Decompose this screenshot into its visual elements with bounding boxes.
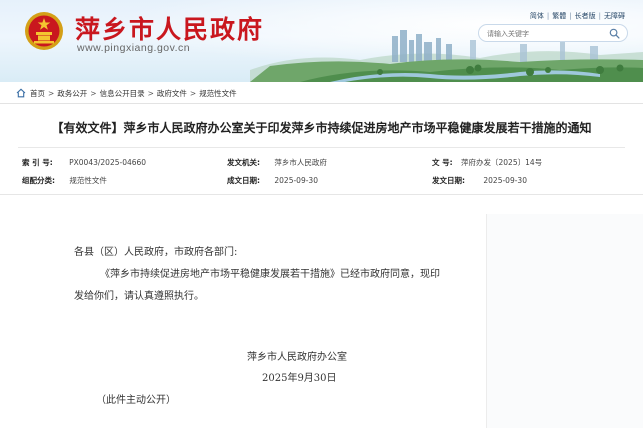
top-links: 简体 | 繁體 | 长者版 | 无障碍 xyxy=(529,12,625,20)
meta-index: 索 引 号: PX0043/2025-04660 xyxy=(22,157,146,168)
top-link-accessibility[interactable]: 无障碍 xyxy=(604,12,625,20)
breadcrumb-gov-affairs[interactable]: 政务公开 xyxy=(57,88,87,99)
meta-created-label: 成文日期: xyxy=(227,176,260,185)
meta-published-label: 发文日期: xyxy=(432,176,465,185)
meta-published: 发文日期: 2025-09-30 xyxy=(432,175,527,186)
meta-issuer: 发文机关: 萍乡市人民政府 xyxy=(227,157,327,168)
breadcrumb-gov-documents[interactable]: 政府文件 xyxy=(157,88,187,99)
national-emblem-icon xyxy=(25,12,63,50)
meta-index-value: PX0043/2025-04660 xyxy=(69,158,147,167)
search-input[interactable] xyxy=(487,27,607,40)
breadcrumb-home[interactable]: 首页 xyxy=(30,88,45,99)
meta-category-value: 规范性文件 xyxy=(69,176,107,185)
site-header: 萍乡市人民政府 www.pingxiang.gov.cn 简体 | 繁體 | 长者版 | 无… xyxy=(0,0,643,82)
breadcrumb-separator-icon: > xyxy=(90,88,97,98)
site-name[interactable]: 萍乡市人民政府 xyxy=(75,10,264,46)
document-date: 2025年9月30日 xyxy=(262,373,337,384)
search-box xyxy=(478,24,628,42)
meta-issuer-label: 发文机关: xyxy=(227,158,260,167)
site-url: www.pingxiang.gov.cn xyxy=(77,42,191,54)
document-paragraph-line-2: 发给你们，请认真遵照执行。 xyxy=(74,291,204,302)
breadcrumb-separator-icon: > xyxy=(48,88,55,98)
meta-created: 成文日期: 2025-09-30 xyxy=(227,175,318,186)
breadcrumb-separator-icon: > xyxy=(189,88,197,98)
top-link-traditional[interactable]: 繁體 xyxy=(552,12,566,20)
document-salutation: 各县（区）人民政府，市政府各部门: xyxy=(74,247,238,258)
document-title: 【有效文件】萍乡市人民政府办公室关于印发萍乡市持续促进房地产市场平稳健康发展若干… xyxy=(51,121,592,135)
breadcrumb: 首页 > 政务公开 > 信息公开目录 > 政府文件 > 规范性文件 xyxy=(16,87,237,99)
document-signature: 萍乡市人民政府办公室 xyxy=(247,352,347,363)
top-link-simplified[interactable]: 简体 xyxy=(530,12,544,20)
breadcrumb-normative-documents[interactable]: 规范性文件 xyxy=(199,88,237,99)
meta-divider-bottom xyxy=(0,194,643,195)
meta-doc-no-value: 萍府办发〔2025〕14号 xyxy=(461,158,543,167)
meta-divider-top xyxy=(18,147,625,148)
meta-category: 组配分类: 规范性文件 xyxy=(22,175,107,186)
breadcrumb-divider xyxy=(0,103,643,104)
document-paragraph-line-1: 《萍乡市持续促进房地产市场平稳健康发展若干措施》已经市政府同意，现印 xyxy=(100,269,440,280)
home-icon xyxy=(16,88,26,98)
meta-published-value: 2025-09-30 xyxy=(483,176,527,185)
search-icon[interactable] xyxy=(609,28,620,39)
meta-category-label: 组配分类: xyxy=(22,176,55,185)
top-link-elderly[interactable]: 长者版 xyxy=(575,12,596,20)
meta-issuer-value: 萍乡市人民政府 xyxy=(274,158,327,167)
breadcrumb-separator-icon: > xyxy=(147,88,154,98)
meta-doc-no: 文 号: 萍府办发〔2025〕14号 xyxy=(432,157,542,168)
meta-created-value: 2025-09-30 xyxy=(274,176,318,185)
meta-index-label: 索 引 号: xyxy=(22,158,53,167)
meta-doc-no-label: 文 号: xyxy=(432,158,453,167)
breadcrumb-info-catalog[interactable]: 信息公开目录 xyxy=(100,88,145,99)
document-note: （此件主动公开） xyxy=(96,395,176,406)
side-panel xyxy=(486,214,643,428)
